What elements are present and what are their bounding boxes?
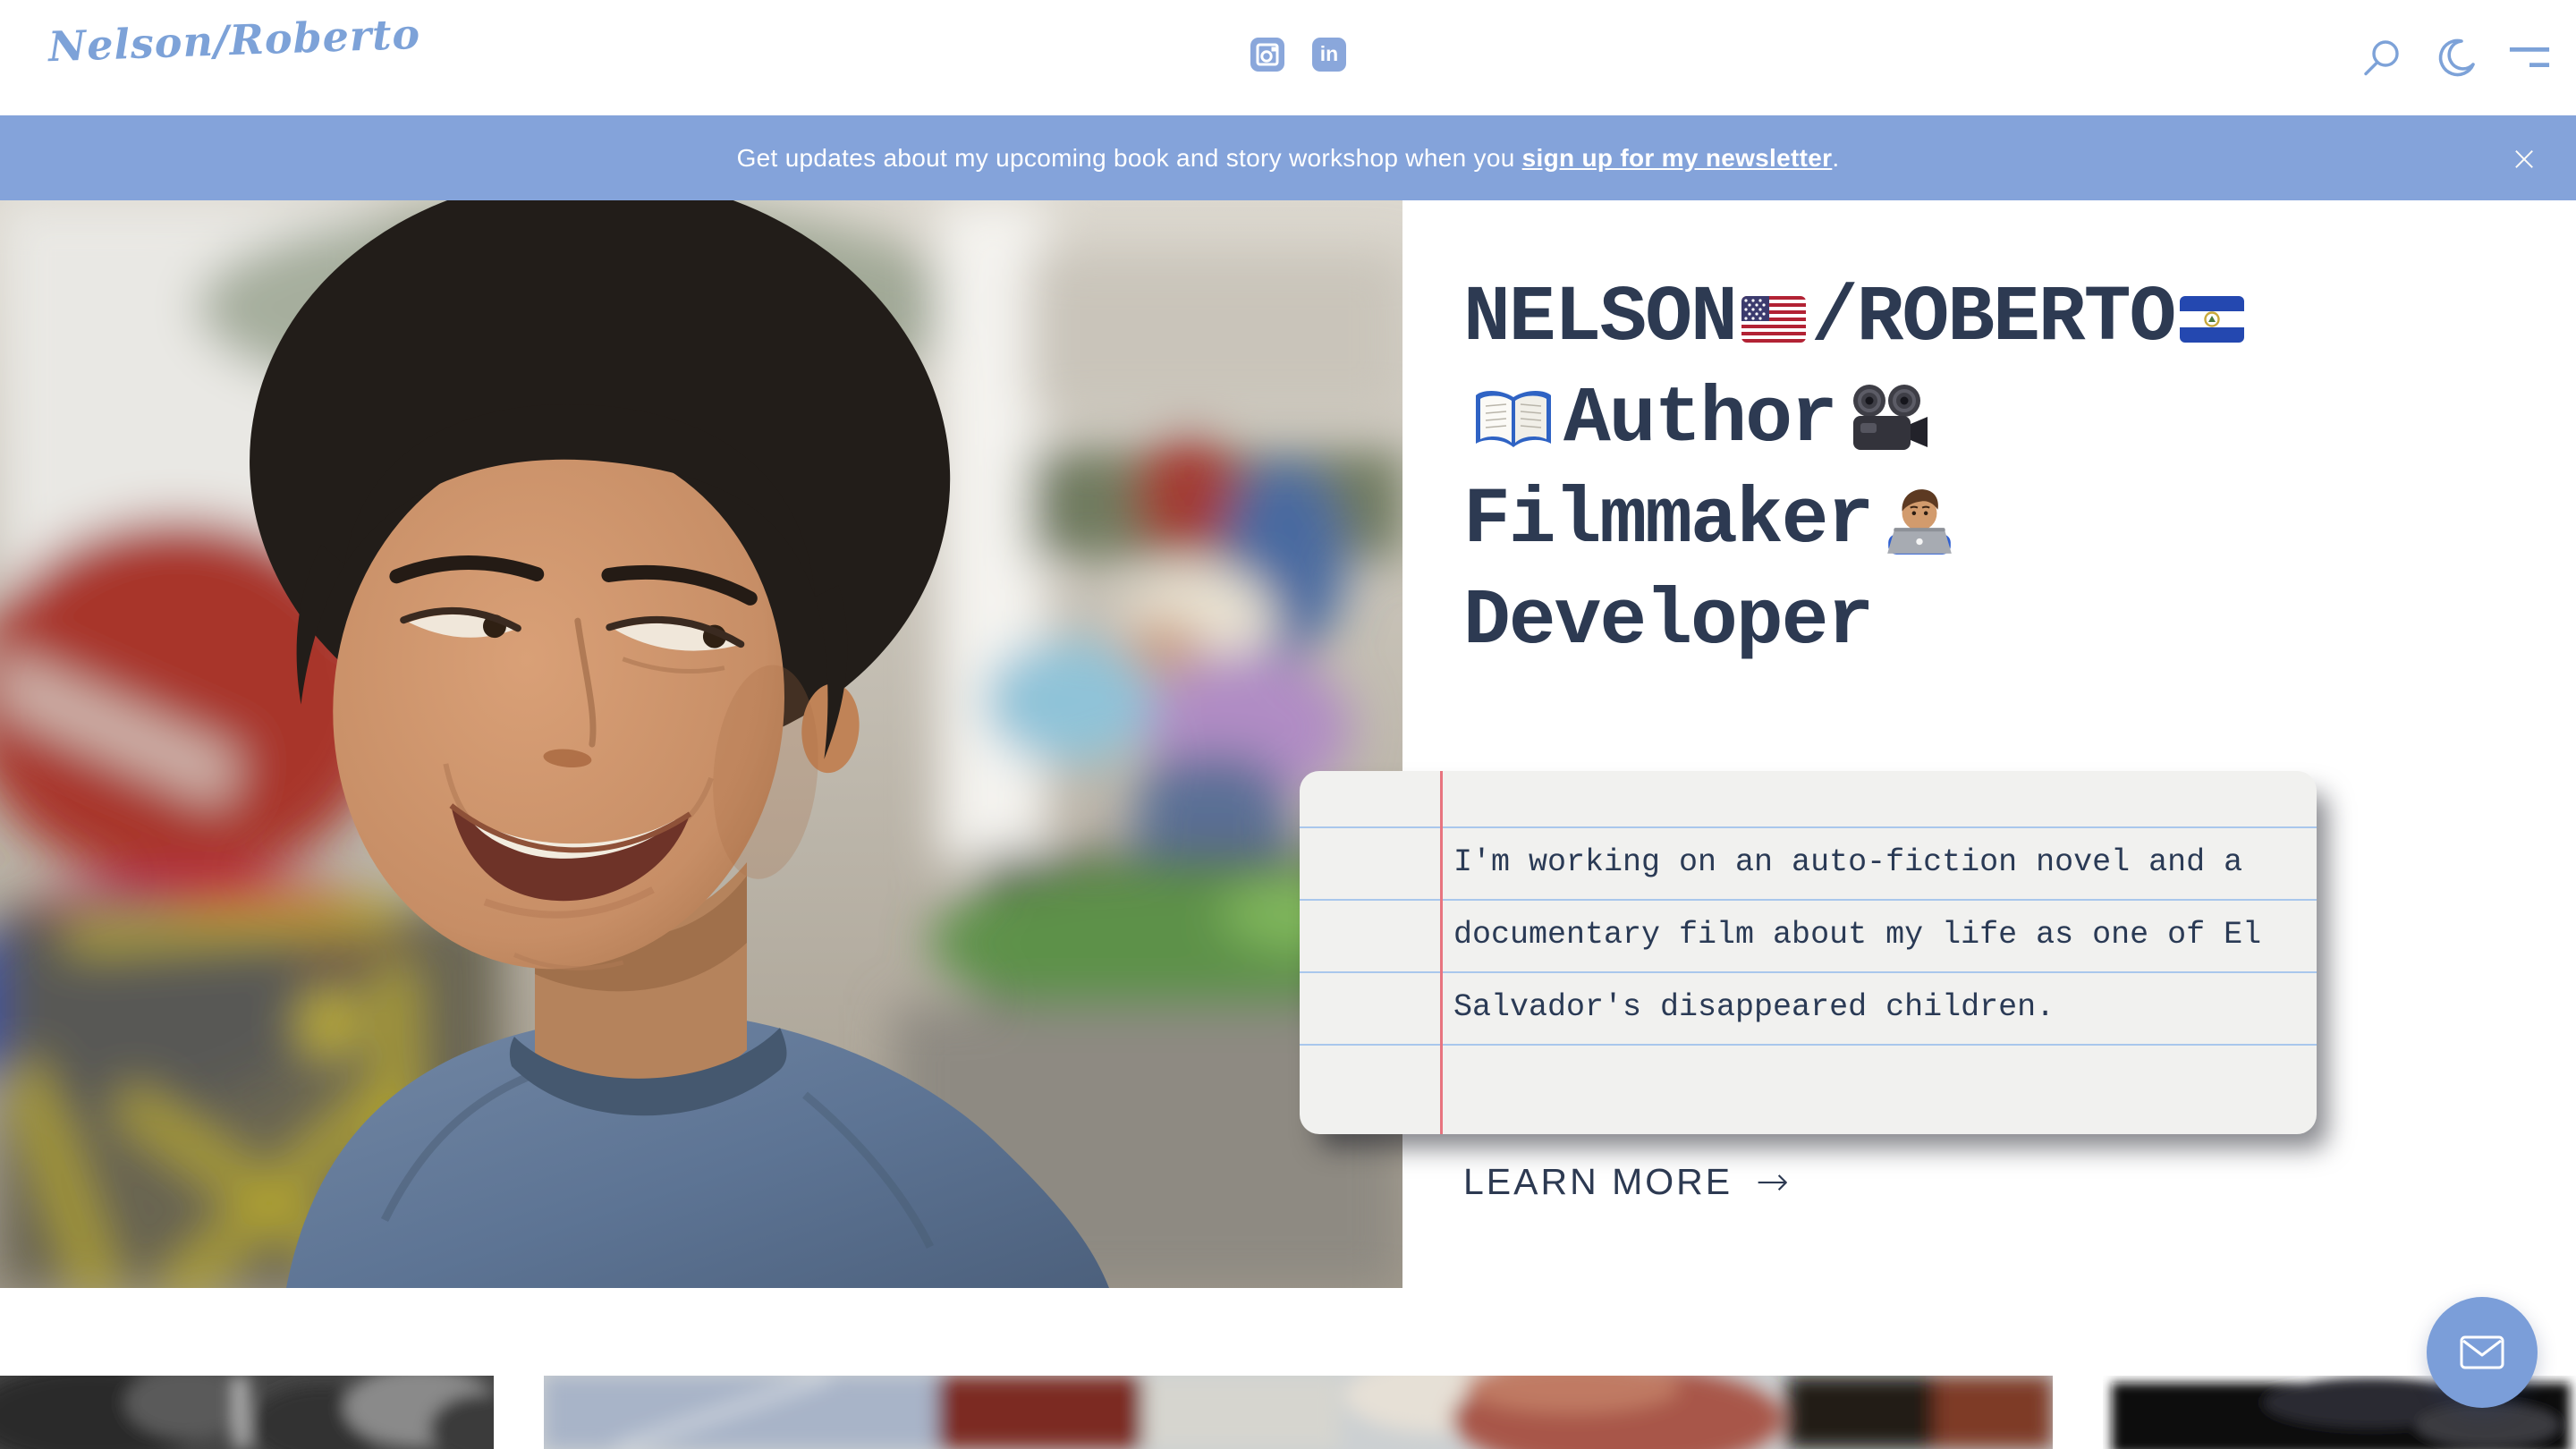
heading-line-4: Developer [1463,572,2250,673]
open-book-icon [1472,387,1555,453]
thumbnail-left[interactable] [0,1376,494,1449]
us-flag-icon [1741,296,1806,343]
page: Nelson/Roberto in [0,0,2576,1449]
learn-more-link[interactable]: LEARN MORE → [1463,1159,1789,1205]
instagram-icon[interactable] [1250,38,1284,72]
header-actions [2361,36,2551,79]
card-rule [1300,1044,2317,1046]
envelope-icon [2460,1335,2504,1369]
card-text-line: documentary film about my life as one of… [1453,899,2294,971]
dark-mode-moon-icon[interactable] [2435,36,2478,79]
learn-more-label: LEARN MORE [1463,1161,1733,1203]
linkedin-glyph: in [1320,44,1338,64]
hero-photo [0,200,1402,1288]
el-salvador-flag-icon [2180,296,2244,343]
movie-camera-icon [1845,382,1931,459]
logo-link[interactable]: Nelson/Roberto [48,16,420,64]
banner-text: Get updates about my upcoming book and s… [737,144,1840,173]
note-card: I'm working on an auto-fiction novel and… [1300,771,2317,1134]
man-technologist-icon [1881,482,1958,561]
search-icon[interactable] [2361,36,2404,79]
close-icon[interactable]: × [2504,140,2544,176]
linkedin-icon[interactable]: in [1312,38,1346,72]
logo-text: Nelson/Roberto [47,10,421,71]
contact-fab[interactable] [2427,1297,2538,1408]
card-text-line: I'm working on an auto-fiction novel and… [1453,826,2294,899]
instagram-glyph [1256,43,1279,66]
newsletter-link[interactable]: sign up for my newsletter [1522,144,1833,172]
heading-line-3: Filmmaker [1463,470,2250,572]
arrow-right-icon: → [1756,1159,1789,1205]
social-icons: in [1250,38,1346,72]
hero-photo-illustration [0,200,1402,1288]
thumbnail-middle[interactable] [544,1376,2053,1449]
heading-line-2: Author [1463,369,2250,470]
newsletter-banner: Get updates about my upcoming book and s… [0,115,2576,200]
site-header: Nelson/Roberto in [0,0,2576,115]
card-text-line: Salvador's disappeared children. [1453,971,2294,1044]
heading-line-1: NELSON/ROBERTO [1463,268,2250,369]
hero-heading: NELSON/ROBERTO Author Filmmaker Develope… [1463,268,2250,673]
card-margin-line [1440,771,1443,1134]
menu-icon[interactable] [2508,36,2551,79]
